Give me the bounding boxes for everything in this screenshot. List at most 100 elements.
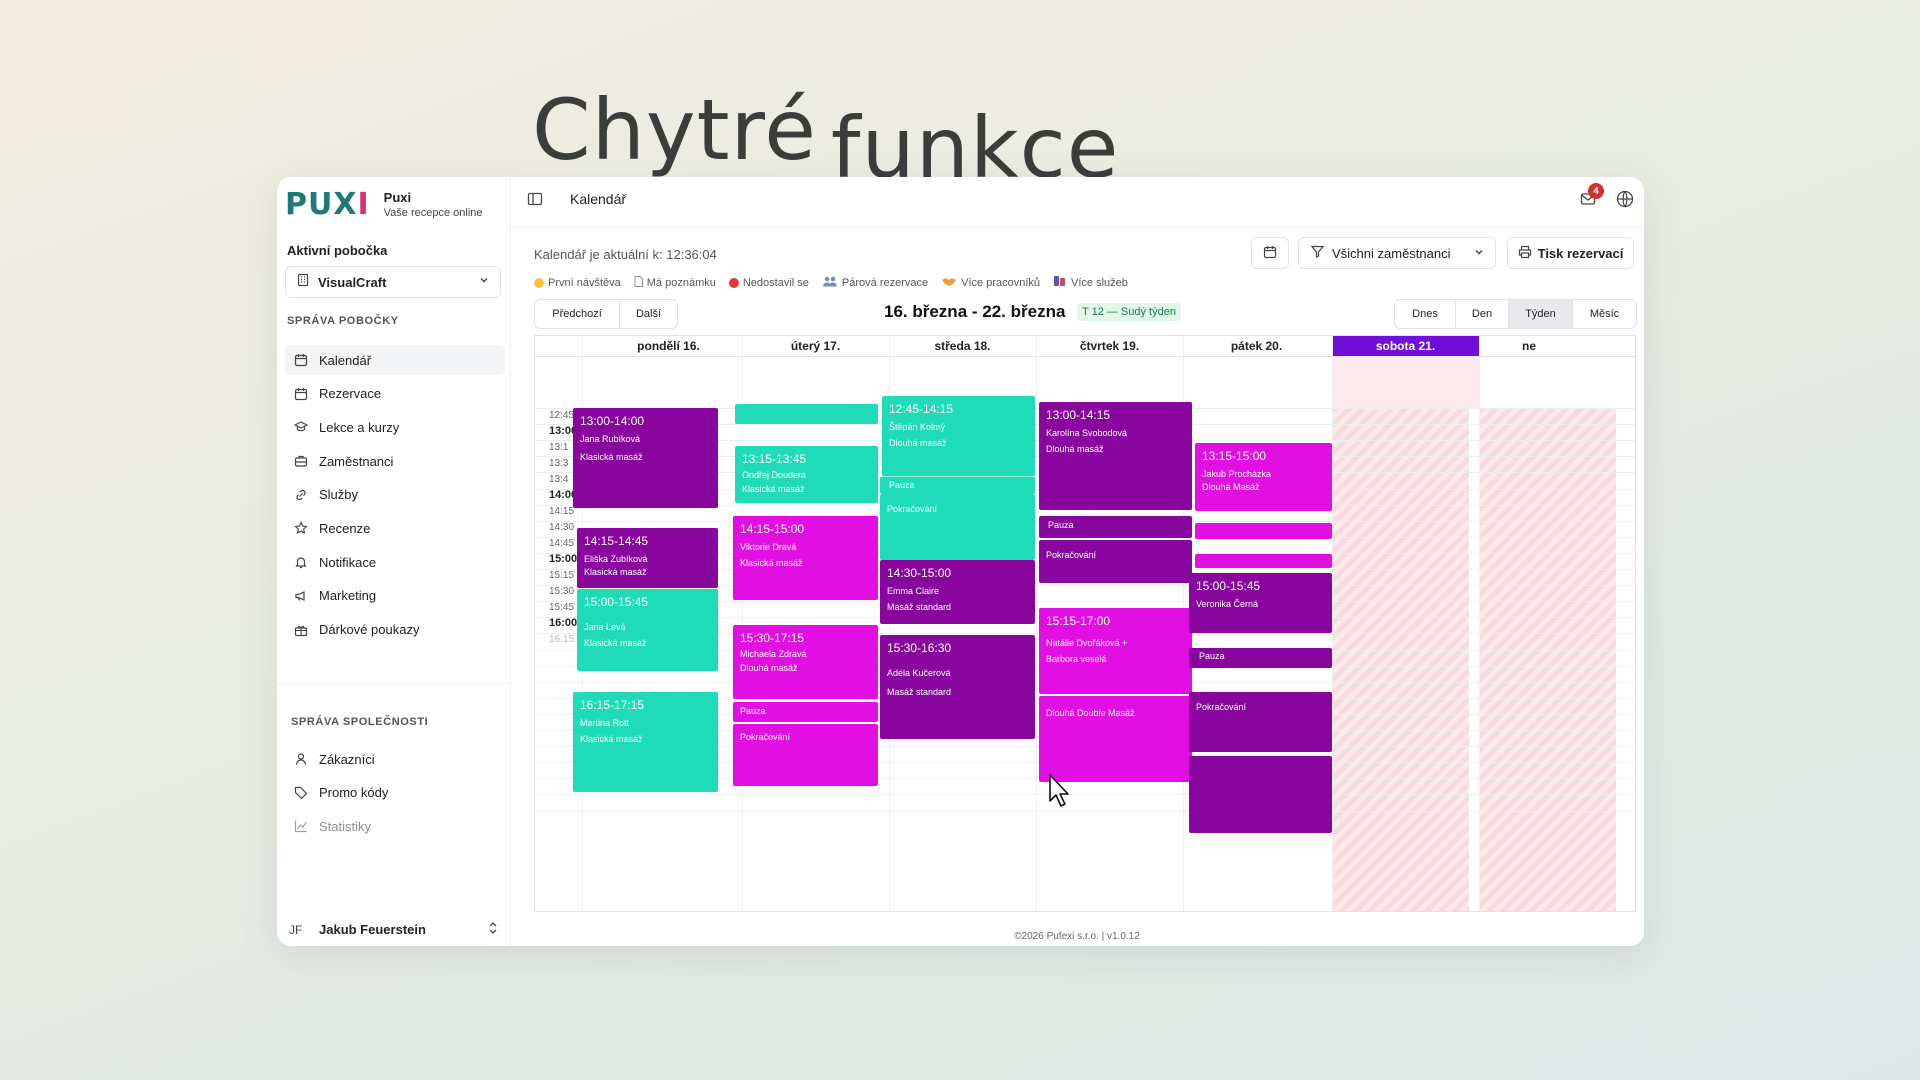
time-label: 12:45 [549, 410, 575, 421]
booking-event[interactable]: 16:15-17:15 Martina Rott Klasická masáž [573, 692, 718, 792]
booking-event[interactable] [1195, 554, 1332, 568]
date-picker-button[interactable] [1251, 237, 1289, 269]
day-header-sat: sobota 21. [1332, 336, 1479, 356]
nav-item-sluzby[interactable]: Služby [285, 480, 505, 510]
globe-icon[interactable] [1616, 190, 1634, 213]
handshake-icon [941, 276, 957, 290]
print-label: Tisk rezervací [1537, 245, 1624, 261]
booking-event[interactable]: 15:15-17:00 Natálie Dvořáková + Barbora ve… [1039, 608, 1192, 694]
booking-event[interactable]: 13:15-13:45 Ondřej Doudera Klasická masáž [735, 446, 878, 503]
booking-event[interactable]: 13:00-14:15 Karolína Svobodová Dlouhá masá… [1039, 402, 1192, 510]
time-label: 13:3 [549, 458, 569, 469]
view-month-button[interactable]: Měsíc [1573, 300, 1636, 328]
bell-icon [293, 554, 309, 570]
sidebar: PUXI Puxi Vaše recepce online Aktivní po… [277, 177, 511, 946]
booking-event[interactable]: 13:00-14:00 Jana Rubíková Klasická masáž [573, 408, 718, 508]
nav-item-marketing[interactable]: Marketing [285, 581, 505, 611]
print-reservations-button[interactable]: Tisk rezervací [1507, 237, 1634, 269]
day-header-wed: středa 18. [934, 339, 991, 353]
booking-event[interactable] [1195, 523, 1332, 539]
sunday-closed-area [1479, 408, 1616, 911]
nav-item-recenze[interactable]: Recenze [285, 513, 505, 543]
nav-branch: Kalendář Rezervace Lekce a kurzy Zaměstn… [285, 345, 505, 648]
nav-item-promo[interactable]: Promo kódy [285, 778, 505, 808]
week-calendar: pondělí 16. úterý 17. středa 18. čtvrtek… [534, 335, 1636, 912]
last-updated-text: Kalendář je aktuální k: 12:36:04 [534, 247, 717, 262]
booking-event-pause[interactable]: Pauza [880, 476, 1035, 494]
page-title: Kalendář [570, 191, 627, 207]
grid-row-line [535, 810, 1635, 812]
view-today-button[interactable]: Dnes [1395, 300, 1456, 328]
next-week-button[interactable]: Další [620, 300, 677, 328]
nav-item-zakaznici[interactable]: Zákazníci [285, 744, 505, 774]
branch-value: VisualCraft [318, 274, 387, 290]
employee-filter-select[interactable]: Všichni zaměstnanci [1298, 237, 1496, 269]
week-badge: T 12 — Sudý týden [1077, 303, 1181, 321]
booking-event[interactable]: 15:00-15:45 Veronika Černá [1189, 573, 1332, 633]
booking-event-continuation[interactable]: Pokračování [733, 724, 878, 786]
branch-label: Aktivní pobočka [287, 243, 388, 258]
booking-event[interactable]: 15:30-16:30 Adéla Kučerová Masáž standard [880, 635, 1035, 739]
previous-week-button[interactable]: Předchozí [535, 300, 620, 328]
logo: PUXI [285, 187, 370, 222]
booking-event-continuation[interactable]: Pokračování [1039, 540, 1192, 583]
user-menu[interactable]: JF Jakub Feuerstein [289, 921, 499, 938]
booking-event[interactable]: 13:15-15:00 Jakub Procházka Dlouhá Masáž [1195, 443, 1332, 511]
services-icon [1053, 275, 1067, 290]
time-label: 15:30 [549, 586, 575, 597]
nav-item-kalendar[interactable]: Kalendář [285, 345, 505, 375]
sidebar-toggle-icon[interactable] [527, 191, 543, 212]
booking-event[interactable]: 15:00-15:45 Jana Levá Klasická masáž [577, 589, 718, 671]
avatar: JF [289, 922, 303, 937]
branch-select[interactable]: VisualCraft [285, 266, 501, 298]
chevron-down-icon [478, 273, 490, 291]
nav-item-statistiky[interactable]: Statistiky [285, 811, 505, 841]
legend-item: Více pracovníků [941, 276, 1040, 290]
chevrons-up-down-icon [487, 921, 499, 938]
time-label: 15:00 [549, 553, 578, 565]
nav-item-rezervace[interactable]: Rezervace [285, 379, 505, 409]
brand[interactable]: PUXI Puxi Vaše recepce online [285, 187, 483, 222]
booking-event[interactable]: 15:30-17:15 Michaela Zdravá Dlouhá masáž [733, 625, 878, 699]
booking-event[interactable]: 12:45-14:15 Štěpán Kolmý Dlouhá masáž [882, 396, 1035, 476]
grid-column-line [1479, 336, 1480, 911]
nav-company: Zákazníci Promo kódy Statistiky [285, 744, 505, 845]
booking-event[interactable]: Dlouhá Double Masáž [1039, 696, 1192, 782]
booking-event-pause[interactable]: Pauza [1189, 648, 1332, 668]
booking-event[interactable] [735, 404, 878, 424]
booking-event[interactable]: 14:15-15:00 Viktorie Dravá Klasická masáž [733, 516, 878, 600]
sidebar-divider [277, 683, 510, 684]
note-icon [634, 275, 643, 290]
pair-icon [822, 276, 838, 290]
booking-event[interactable]: 14:15-14:45 Eliška Zubíková Klasická masáž [577, 528, 718, 588]
section-label-branch: SPRÁVA POBOČKY [287, 315, 399, 327]
calendar-check-icon [293, 386, 309, 402]
time-label: 14:45 [549, 538, 575, 549]
nav-item-notifikace[interactable]: Notifikace [285, 547, 505, 577]
booking-event[interactable] [1189, 756, 1332, 833]
booking-event[interactable]: 14:30-15:00 Emma Claire Masáž standard [880, 560, 1035, 624]
no-show-dot-icon [728, 277, 739, 288]
nav-item-lekce[interactable]: Lekce a kurzy [285, 412, 505, 442]
view-week-button[interactable]: Týden [1509, 300, 1573, 328]
saturday-allday-area [1332, 356, 1479, 408]
legend-item: Párová rezervace [822, 276, 928, 290]
booking-event-continuation[interactable]: Pokračování [1189, 692, 1332, 752]
building-icon [296, 273, 310, 292]
booking-event-continuation[interactable]: Pokračování [880, 494, 1035, 560]
view-day-button[interactable]: Den [1456, 300, 1509, 328]
legend-item: Má poznámku [634, 275, 716, 290]
nav-item-poukazy[interactable]: Dárkové poukazy [285, 615, 505, 645]
calendar-icon [293, 352, 309, 368]
star-icon [293, 520, 309, 536]
booking-event-pause[interactable]: Pauza [733, 702, 878, 722]
booking-event-pause[interactable]: Pauza [1039, 516, 1192, 538]
nav-item-zamestnanci[interactable]: Zaměstnanci [285, 446, 505, 476]
day-header-thu: čtvrtek 19. [1079, 339, 1140, 353]
day-header-tue: úterý 17. [790, 339, 841, 353]
calendar-icon [1263, 245, 1277, 262]
hero-word-1: Chytré [532, 81, 817, 179]
hero-heading: Chytré funkce [532, 88, 1119, 190]
legend: První návštěva Má poznámku Nedostavil se… [534, 275, 1141, 290]
mail-button[interactable]: 4 [1580, 183, 1604, 212]
